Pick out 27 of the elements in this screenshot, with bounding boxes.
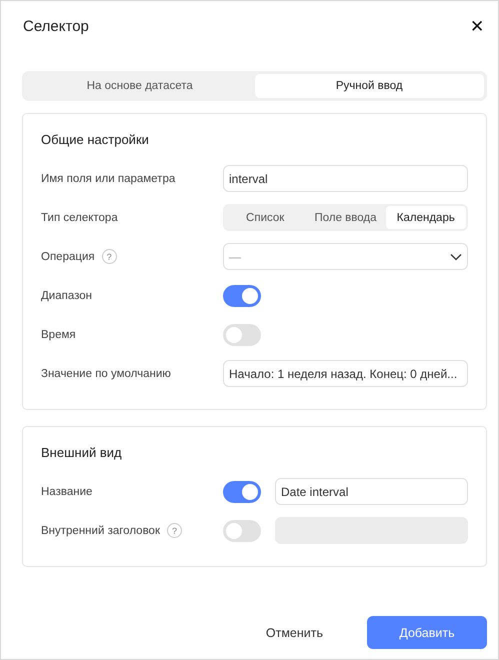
- segment-option[interactable]: Календарь: [386, 206, 466, 229]
- field-label: Название: [41, 486, 92, 498]
- field-label: Внутренний заголовок: [41, 524, 160, 536]
- source-tab[interactable]: Ручной ввод: [254, 74, 484, 98]
- toggle-switch[interactable]: [223, 324, 261, 346]
- close-button[interactable]: ✕: [466, 16, 488, 36]
- field-label: Имя поля или параметра: [41, 172, 176, 184]
- section-title: Внешний вид: [41, 445, 123, 460]
- field-label: Тип селектора: [41, 212, 118, 224]
- dialog-title: Селектор: [23, 18, 89, 34]
- field-label: Диапазон: [41, 290, 92, 302]
- field-label: Значение по умолчанию: [41, 368, 171, 380]
- field-label: Операция: [41, 250, 95, 262]
- chevron-down-icon: [450, 252, 462, 260]
- field-label: Время: [41, 328, 76, 340]
- text-field[interactable]: interval: [223, 165, 468, 192]
- help-badge[interactable]: ?: [102, 249, 117, 264]
- add-button[interactable]: Добавить: [367, 616, 487, 649]
- cancel-button[interactable]: Отменить: [236, 616, 353, 649]
- segment-option[interactable]: Список: [225, 206, 306, 229]
- segment-option[interactable]: Поле ввода: [305, 206, 386, 229]
- section-title: Общие настройки: [41, 132, 150, 147]
- toggle-switch[interactable]: [223, 284, 261, 306]
- toggle-switch[interactable]: [223, 480, 261, 502]
- text-field[interactable]: Начало: 1 неделя назад. Конец: 0 дней...: [223, 360, 468, 387]
- source-tab[interactable]: На основе датасета: [25, 74, 254, 98]
- text-field[interactable]: Date interval: [275, 478, 468, 505]
